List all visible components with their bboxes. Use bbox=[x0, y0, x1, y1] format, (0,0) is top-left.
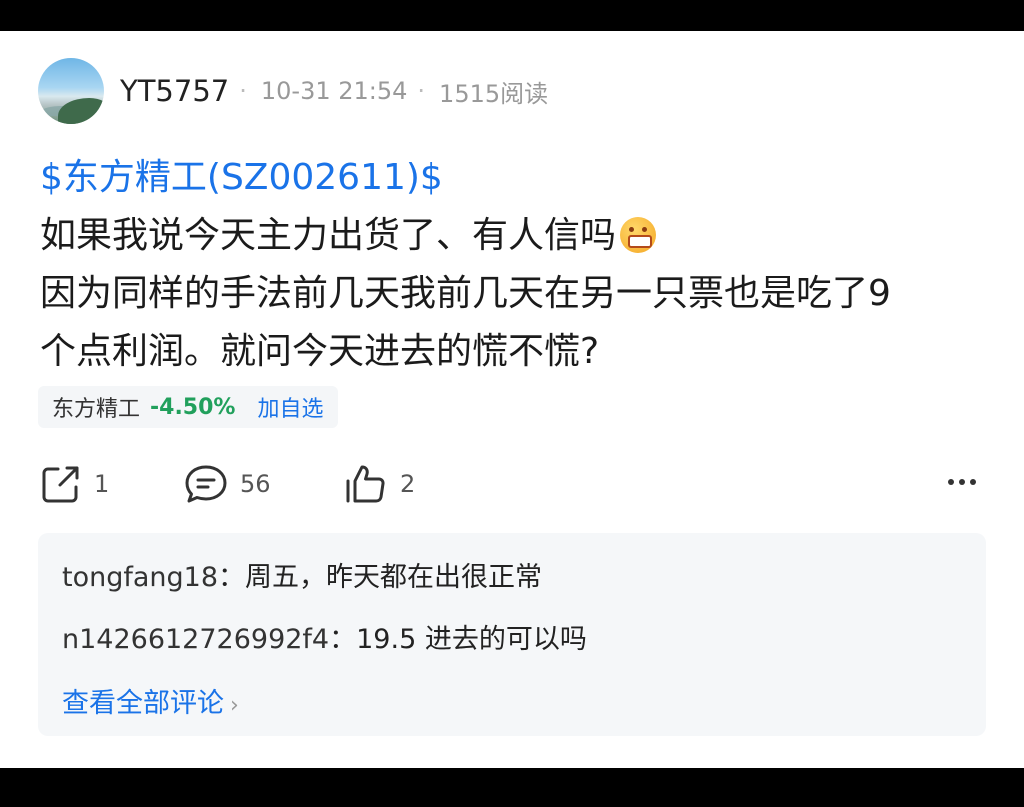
comment-preview: tongfang18：周五，昨天都在出很正常 n1426612726992f4：… bbox=[38, 533, 986, 736]
comment-text: 19.5 进去的可以吗 bbox=[356, 624, 587, 655]
comment-item[interactable]: tongfang18：周五，昨天都在出很正常 bbox=[62, 555, 542, 594]
view-all-label: 查看全部评论 bbox=[62, 688, 224, 719]
post-text-line: 因为同样的手法前几天我前几天在另一只票也是吃了9 bbox=[40, 273, 891, 314]
comment-text: 周五，昨天都在出很正常 bbox=[245, 562, 543, 593]
action-bar: 1 56 2 bbox=[40, 463, 984, 503]
share-button[interactable]: 1 bbox=[40, 463, 109, 505]
post-text-line: 个点利润。就问今天进去的慌不慌? bbox=[40, 331, 600, 372]
meta-separator: · bbox=[239, 77, 247, 105]
comment-sep: ： bbox=[329, 624, 357, 655]
like-count: 2 bbox=[400, 470, 416, 498]
stock-change: -4.50% bbox=[150, 394, 236, 420]
meta-separator: · bbox=[417, 77, 426, 105]
more-options-icon[interactable] bbox=[948, 479, 976, 485]
post-header: YT5757 · 10-31 21:54 · 1515阅读 bbox=[38, 58, 549, 124]
thumbs-up-icon bbox=[346, 465, 385, 503]
username[interactable]: YT5757 bbox=[120, 74, 229, 108]
like-button[interactable]: 2 bbox=[344, 463, 415, 505]
comment-author[interactable]: tongfang18 bbox=[62, 562, 218, 593]
comment-sep: ： bbox=[218, 562, 246, 593]
add-watchlist-button[interactable]: 加自选 bbox=[257, 391, 323, 423]
stock-chip[interactable]: 东方精工 -4.50% 加自选 bbox=[38, 386, 338, 428]
comment-count: 56 bbox=[240, 470, 271, 498]
bottom-bar bbox=[0, 768, 1024, 807]
read-count: 1515阅读 bbox=[439, 79, 549, 108]
stock-chip-name: 东方精工 bbox=[52, 397, 141, 422]
view-all-comments-link[interactable]: 查看全部评论 › bbox=[62, 681, 239, 720]
comment-icon bbox=[185, 465, 227, 503]
chevron-right-icon: › bbox=[230, 693, 239, 718]
post-text-line: 如果我说今天主力出货了、有人信吗 bbox=[40, 206, 657, 258]
share-icon bbox=[42, 466, 79, 503]
post-timestamp: 10-31 21:54 bbox=[260, 77, 408, 105]
stock-tag-link[interactable]: $东方精工(SZ002611)$ bbox=[40, 148, 443, 200]
share-count: 1 bbox=[94, 470, 110, 498]
avatar[interactable] bbox=[38, 58, 104, 124]
comment-button[interactable]: 56 bbox=[184, 463, 271, 505]
grimace-emoji-icon bbox=[620, 217, 657, 253]
post-card: YT5757 · 10-31 21:54 · 1515阅读 $东方精工(SZ00… bbox=[0, 31, 1024, 768]
comment-author[interactable]: n1426612726992f4 bbox=[62, 624, 329, 655]
comment-item[interactable]: n1426612726992f4：19.5 进去的可以吗 bbox=[62, 617, 587, 656]
